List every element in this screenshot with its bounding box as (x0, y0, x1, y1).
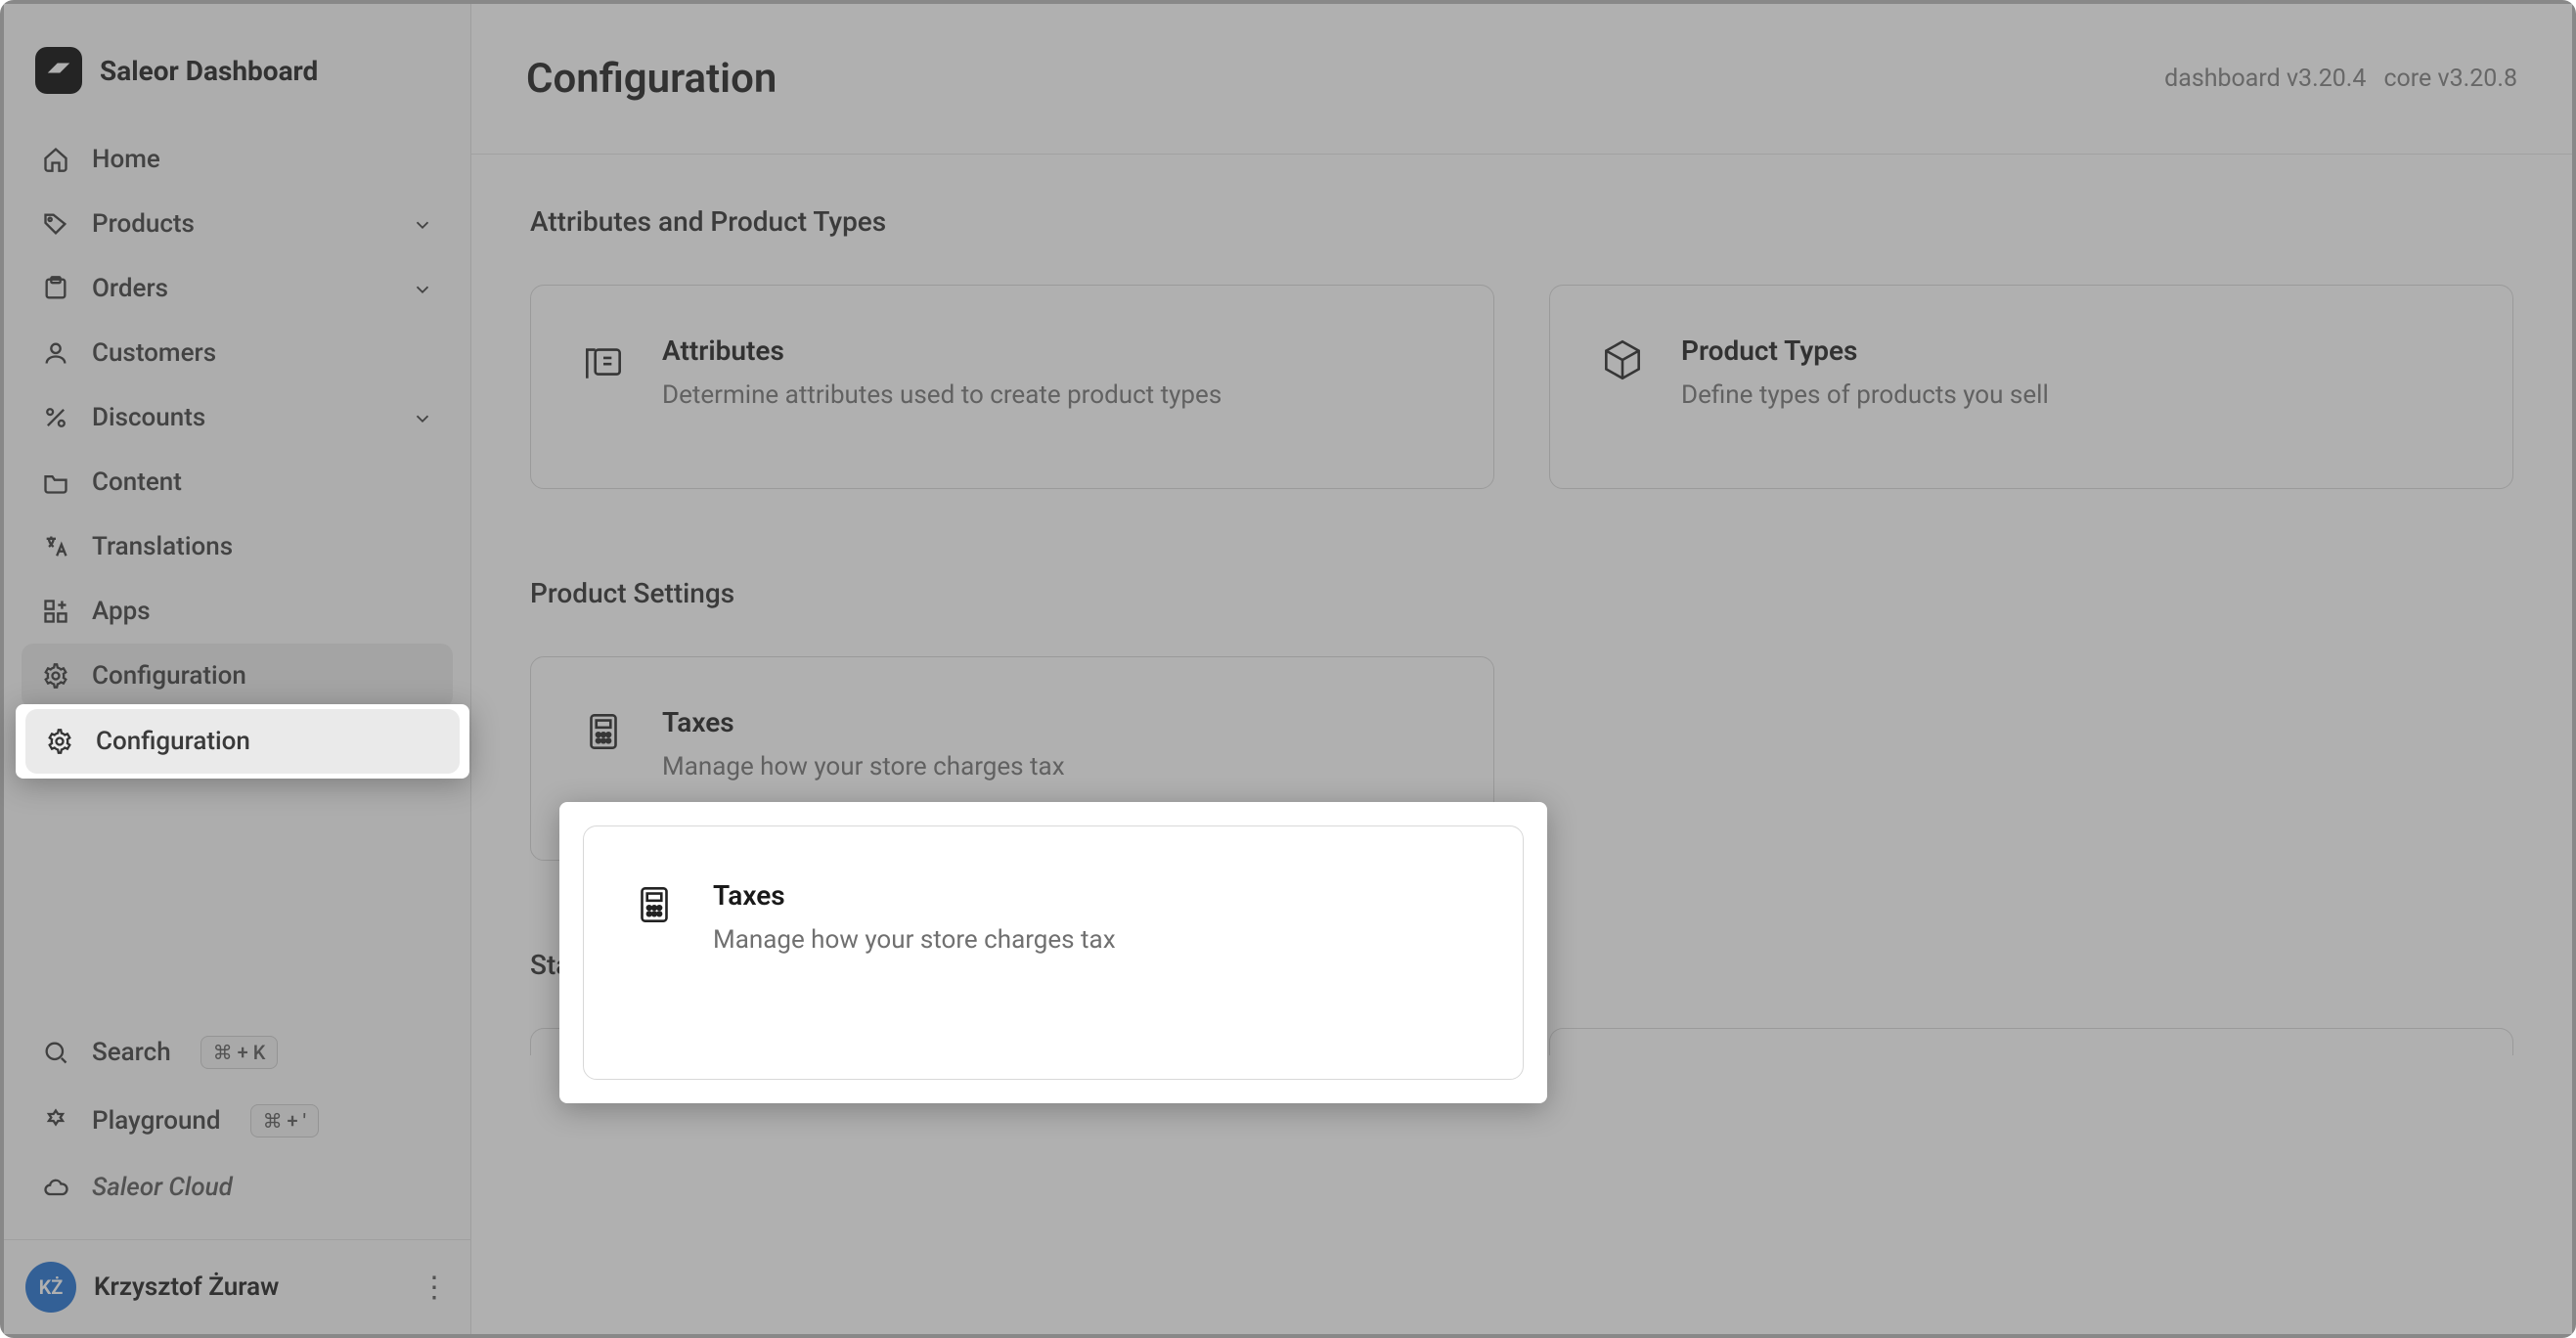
sidebar-item-label: Translations (92, 532, 233, 561)
tag-icon (41, 209, 70, 239)
sidebar-item-label: Content (92, 468, 182, 497)
sidebar-item-label: Apps (92, 597, 151, 626)
avatar: KŻ (25, 1262, 76, 1313)
search-label: Search (92, 1038, 171, 1067)
cube-icon (1597, 334, 1648, 385)
user-menu-button[interactable]: ⋮ (420, 1271, 449, 1305)
sidebar-item-label: Configuration (96, 727, 250, 756)
section-title-product-settings: Product Settings (530, 577, 2513, 609)
page-title: Configuration (526, 55, 777, 103)
sidebar-item-label: Products (92, 209, 195, 239)
playground-icon (41, 1106, 70, 1136)
nav: Home Products Orders Customers Discounts (4, 127, 470, 708)
card-desc: Determine attributes used to create prod… (662, 380, 1221, 410)
card-title: Taxes (713, 879, 1116, 912)
chevron-down-icon (412, 407, 433, 428)
sidebar-item-discounts[interactable]: Discounts (22, 385, 453, 450)
header: Configuration dashboard v3.20.4 core v3.… (471, 4, 2572, 155)
calculator-icon (629, 879, 680, 930)
gear-icon (45, 727, 74, 756)
user-icon (41, 338, 70, 368)
brand-logo (35, 47, 82, 94)
card-title: Product Types (1681, 334, 2049, 367)
folder-icon (41, 468, 70, 497)
sidebar-bottom: Search ⌘ + K Playground ⌘ + ' Saleor Clo… (4, 1018, 470, 1239)
home-icon (41, 145, 70, 174)
sidebar: Saleor Dashboard Home Products Orders Cu… (4, 4, 471, 1334)
card-title: Attributes (662, 334, 1221, 367)
chevron-down-icon (412, 278, 433, 299)
card-desc: Define types of products you sell (1681, 380, 2049, 410)
highlight-configuration: Configuration (16, 704, 469, 779)
orders-icon (41, 274, 70, 303)
main-content: Configuration dashboard v3.20.4 core v3.… (471, 4, 2572, 1334)
sidebar-item-customers[interactable]: Customers (22, 321, 453, 385)
search-icon (41, 1038, 70, 1067)
chevron-down-icon (412, 213, 433, 235)
sidebar-item-home[interactable]: Home (22, 127, 453, 192)
user-row: KŻ Krzysztof Żuraw ⋮ (4, 1239, 470, 1334)
cloud-label: Saleor Cloud (92, 1173, 233, 1202)
sidebar-item-translations[interactable]: Translations (22, 514, 453, 579)
card-desc: Manage how your store charges tax (662, 752, 1065, 781)
calculator-icon (578, 706, 629, 757)
percent-icon (41, 403, 70, 432)
sidebar-cloud[interactable]: Saleor Cloud (22, 1155, 453, 1220)
brand-title: Saleor Dashboard (100, 55, 318, 87)
playground-kbd: ⌘ + ' (250, 1104, 319, 1137)
card-title: Taxes (662, 706, 1065, 738)
sidebar-item-content[interactable]: Content (22, 450, 453, 514)
sidebar-item-configuration[interactable]: Configuration (22, 644, 453, 708)
card-taxes-highlight[interactable]: Taxes Manage how your store charges tax (583, 825, 1524, 1080)
brand: Saleor Dashboard (4, 4, 470, 127)
sidebar-item-apps[interactable]: Apps (22, 579, 453, 644)
card-product-types[interactable]: Product Types Define types of products y… (1549, 285, 2513, 489)
search-kbd: ⌘ + K (200, 1036, 279, 1069)
sidebar-item-label: Discounts (92, 403, 205, 432)
cloud-icon (41, 1173, 70, 1202)
sidebar-item-label: Home (92, 145, 160, 174)
card-desc: Manage how your store charges tax (713, 925, 1116, 955)
sidebar-item-label: Customers (92, 338, 216, 368)
card-attributes[interactable]: Attributes Determine attributes used to … (530, 285, 1494, 489)
playground-label: Playground (92, 1106, 221, 1136)
sidebar-playground[interactable]: Playground ⌘ + ' (22, 1087, 453, 1155)
core-version: core v3.20.8 (2383, 65, 2517, 93)
sidebar-item-orders[interactable]: Orders (22, 256, 453, 321)
translate-icon (41, 532, 70, 561)
apps-icon (41, 597, 70, 626)
sidebar-item-configuration-highlight[interactable]: Configuration (25, 709, 460, 774)
versions: dashboard v3.20.4 core v3.20.8 (2164, 65, 2517, 93)
sidebar-item-products[interactable]: Products (22, 192, 453, 256)
card-partial-right[interactable] (1549, 1028, 2513, 1055)
sidebar-item-label: Configuration (92, 661, 246, 691)
sidebar-search[interactable]: Search ⌘ + K (22, 1018, 453, 1087)
highlight-taxes: Taxes Manage how your store charges tax (559, 802, 1547, 1103)
user-name: Krzysztof Żuraw (94, 1272, 279, 1302)
attributes-icon (578, 334, 629, 385)
gear-icon (41, 661, 70, 691)
sidebar-item-label: Orders (92, 274, 168, 303)
section-title-attributes: Attributes and Product Types (530, 205, 2513, 238)
dashboard-version: dashboard v3.20.4 (2164, 65, 2366, 93)
